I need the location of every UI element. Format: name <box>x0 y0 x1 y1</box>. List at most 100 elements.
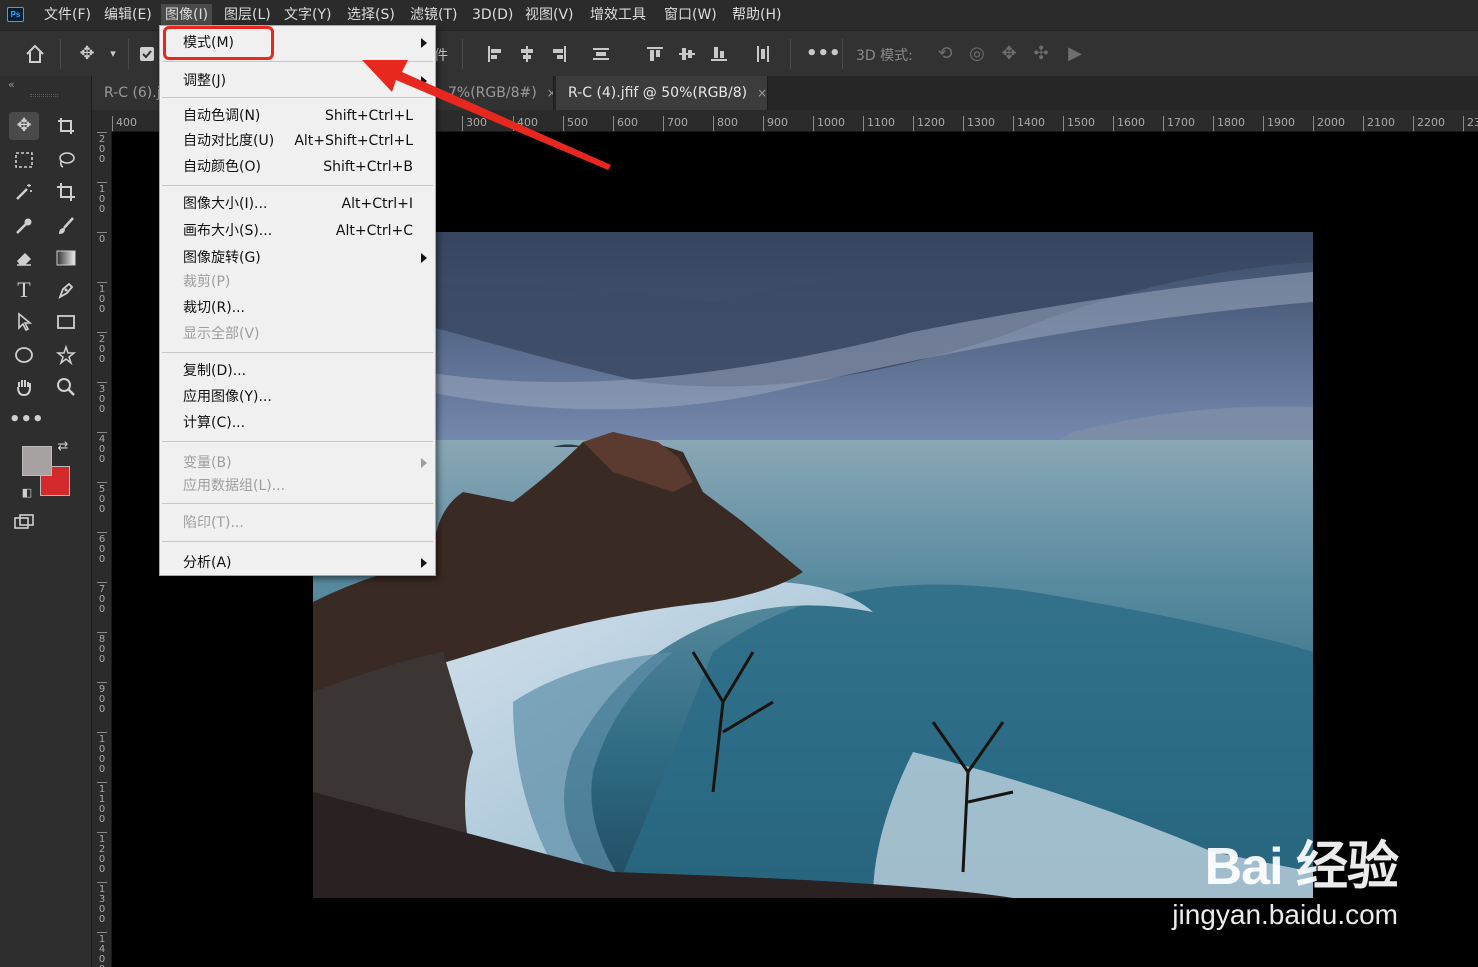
swap-colors-icon[interactable]: ⇄ <box>54 438 72 456</box>
lasso-tool-icon[interactable] <box>51 146 81 174</box>
menu-plugins[interactable]: 增效工具 <box>586 4 650 26</box>
eyedropper-tool-icon[interactable] <box>9 212 39 240</box>
ruler-tick-label: 1100 <box>97 782 107 825</box>
align-top-icon[interactable] <box>644 43 666 65</box>
chevron-down-icon[interactable]: ▾ <box>102 43 124 65</box>
menu-item-label: 调整(J) <box>183 73 227 89</box>
tab-label: 7%(RGB/8#) <box>448 85 537 101</box>
marquee-tool-icon[interactable] <box>9 146 39 174</box>
ruler-tick-label: 1200 <box>913 116 945 131</box>
menu-item-calculations[interactable]: 计算(C)... <box>160 411 435 435</box>
menu-item-auto-color[interactable]: 自动颜色(O) Shift+Ctrl+B <box>160 155 435 179</box>
3d-camera-icon[interactable]: ▶ <box>1064 43 1086 65</box>
align-center-h-icon[interactable] <box>516 43 538 65</box>
path-selection-tool-icon[interactable] <box>9 308 39 336</box>
3d-pan-icon[interactable]: ✥ <box>998 43 1020 65</box>
panel-grip[interactable] <box>30 94 58 97</box>
menu-separator <box>162 185 433 186</box>
menu-filter[interactable]: 滤镜(T) <box>406 4 461 26</box>
home-icon[interactable] <box>24 43 46 65</box>
menu-image[interactable]: 图像(I) <box>161 4 213 26</box>
ruler-tick-label: 900 <box>763 116 788 131</box>
pen-tool-icon[interactable] <box>51 276 81 304</box>
tab-doc-active[interactable]: R-C (4).jfif @ 50%(RGB/8) × <box>556 76 768 110</box>
zoom-tool-icon[interactable] <box>51 373 81 401</box>
hand-tool-icon[interactable] <box>9 373 39 401</box>
menu-item-canvas-size[interactable]: 画布大小(S)... Alt+Ctrl+C <box>160 219 435 243</box>
3d-roll-icon[interactable]: ◎ <box>966 43 988 65</box>
menu-item-label: 计算(C)... <box>183 415 246 431</box>
menu-item-auto-contrast[interactable]: 自动对比度(U) Alt+Shift+Ctrl+L <box>160 129 435 153</box>
brush-tool-icon[interactable] <box>51 212 81 240</box>
ellipse-tool-icon[interactable] <box>9 341 39 369</box>
foreground-color-swatch[interactable] <box>22 446 52 476</box>
menu-file[interactable]: 文件(F) <box>40 4 95 26</box>
close-icon[interactable]: × <box>547 86 553 100</box>
align-middle-v-icon[interactable] <box>676 43 698 65</box>
menu-view[interactable]: 视图(V) <box>521 4 578 26</box>
distribute-vertical-icon[interactable] <box>590 43 612 65</box>
move-tool-icon[interactable]: ✥ <box>76 43 98 65</box>
ruler-tick-label: 2100 <box>1363 116 1395 131</box>
menu-item-analysis[interactable]: 分析(A) <box>160 551 435 575</box>
menu-item-trim[interactable]: 裁切(R)... <box>160 296 435 320</box>
magic-wand-tool-icon[interactable] <box>9 178 39 206</box>
menu-item-adjustments[interactable]: 调整(J) <box>160 69 435 93</box>
ruler-tick-label: 1900 <box>1263 116 1295 131</box>
crop-tool-icon[interactable] <box>51 178 81 206</box>
artboard-tool-icon[interactable] <box>51 112 81 140</box>
menu-type[interactable]: 文字(Y) <box>280 4 335 26</box>
3d-orbit-icon[interactable]: ⟲ <box>934 43 956 65</box>
tab-doc-2[interactable]: 7%(RGB/8#) × <box>436 76 554 110</box>
ruler-tick-label: 1300 <box>97 882 107 925</box>
ruler-tick-label: 400 <box>112 116 137 131</box>
tab-doc-1[interactable]: R-C (6).j <box>92 76 160 110</box>
photoshop-logo-icon[interactable]: Ps <box>7 7 24 22</box>
ruler-tick-label: 1300 <box>963 116 995 131</box>
menu-item-shortcut: Alt+Ctrl+C <box>335 223 413 239</box>
watermark-brand: Bai 经验 <box>1204 838 1399 896</box>
align-right-icon[interactable] <box>548 43 570 65</box>
menu-3d[interactable]: 3D(D) <box>468 4 517 26</box>
distribute-horizontal-icon[interactable] <box>752 43 774 65</box>
3d-slide-icon[interactable]: ✣ <box>1030 43 1052 65</box>
document-image[interactable] <box>313 232 1313 898</box>
menu-item-image-rotation[interactable]: 图像旋转(G) <box>160 246 435 270</box>
ruler-tick-label: 300 <box>462 116 487 131</box>
menu-item-apply-image[interactable]: 应用图像(Y)... <box>160 385 435 409</box>
menu-item-label: 显示全部(V) <box>183 326 260 342</box>
menu-edit[interactable]: 编辑(E) <box>100 4 156 26</box>
custom-shape-tool-icon[interactable] <box>51 341 81 369</box>
menu-item-auto-tone[interactable]: 自动色调(N) Shift+Ctrl+L <box>160 104 435 128</box>
collapse-panel-icon[interactable]: « <box>8 78 15 91</box>
menu-item-label: 裁剪(P) <box>183 274 231 290</box>
menu-select[interactable]: 选择(S) <box>343 4 399 26</box>
menu-help[interactable]: 帮助(H) <box>728 4 785 26</box>
separator <box>60 39 61 69</box>
menu-item-duplicate[interactable]: 复制(D)... <box>160 359 435 383</box>
watermark-url: jingyan.baidu.com <box>1172 899 1398 930</box>
menu-item-trap: 陷印(T)... <box>160 511 435 535</box>
menu-window[interactable]: 窗口(W) <box>660 4 721 26</box>
submenu-arrow-icon <box>421 558 427 568</box>
default-colors-icon[interactable]: ◧ <box>18 484 36 502</box>
menu-separator <box>162 441 433 442</box>
close-icon[interactable]: × <box>757 86 767 100</box>
menu-layer[interactable]: 图层(L) <box>220 4 275 26</box>
menu-item-label: 复制(D)... <box>183 363 247 379</box>
type-tool-icon[interactable]: T <box>9 276 39 304</box>
eraser-tool-icon[interactable] <box>9 244 39 272</box>
gradient-tool-icon[interactable] <box>51 244 81 272</box>
screen-mode-icon[interactable] <box>9 508 39 536</box>
menu-item-image-size[interactable]: 图像大小(I)... Alt+Ctrl+I <box>160 192 435 216</box>
ruler-tick-label: 1400 <box>97 932 107 967</box>
move-tool-icon[interactable]: ✥ <box>9 112 39 140</box>
more-options-icon[interactable]: ••• <box>806 43 841 65</box>
checkbox-icon[interactable] <box>136 43 158 65</box>
rectangle-tool-icon[interactable] <box>51 308 81 336</box>
vertical-ruler[interactable]: 200 100 0 100 200 300 400 500 600 700 800 900 1000 11… <box>92 132 112 967</box>
align-bottom-icon[interactable] <box>708 43 730 65</box>
submenu-arrow-icon <box>421 38 427 48</box>
edit-toolbar-icon[interactable]: ••• <box>9 406 44 434</box>
align-left-icon[interactable] <box>484 43 506 65</box>
